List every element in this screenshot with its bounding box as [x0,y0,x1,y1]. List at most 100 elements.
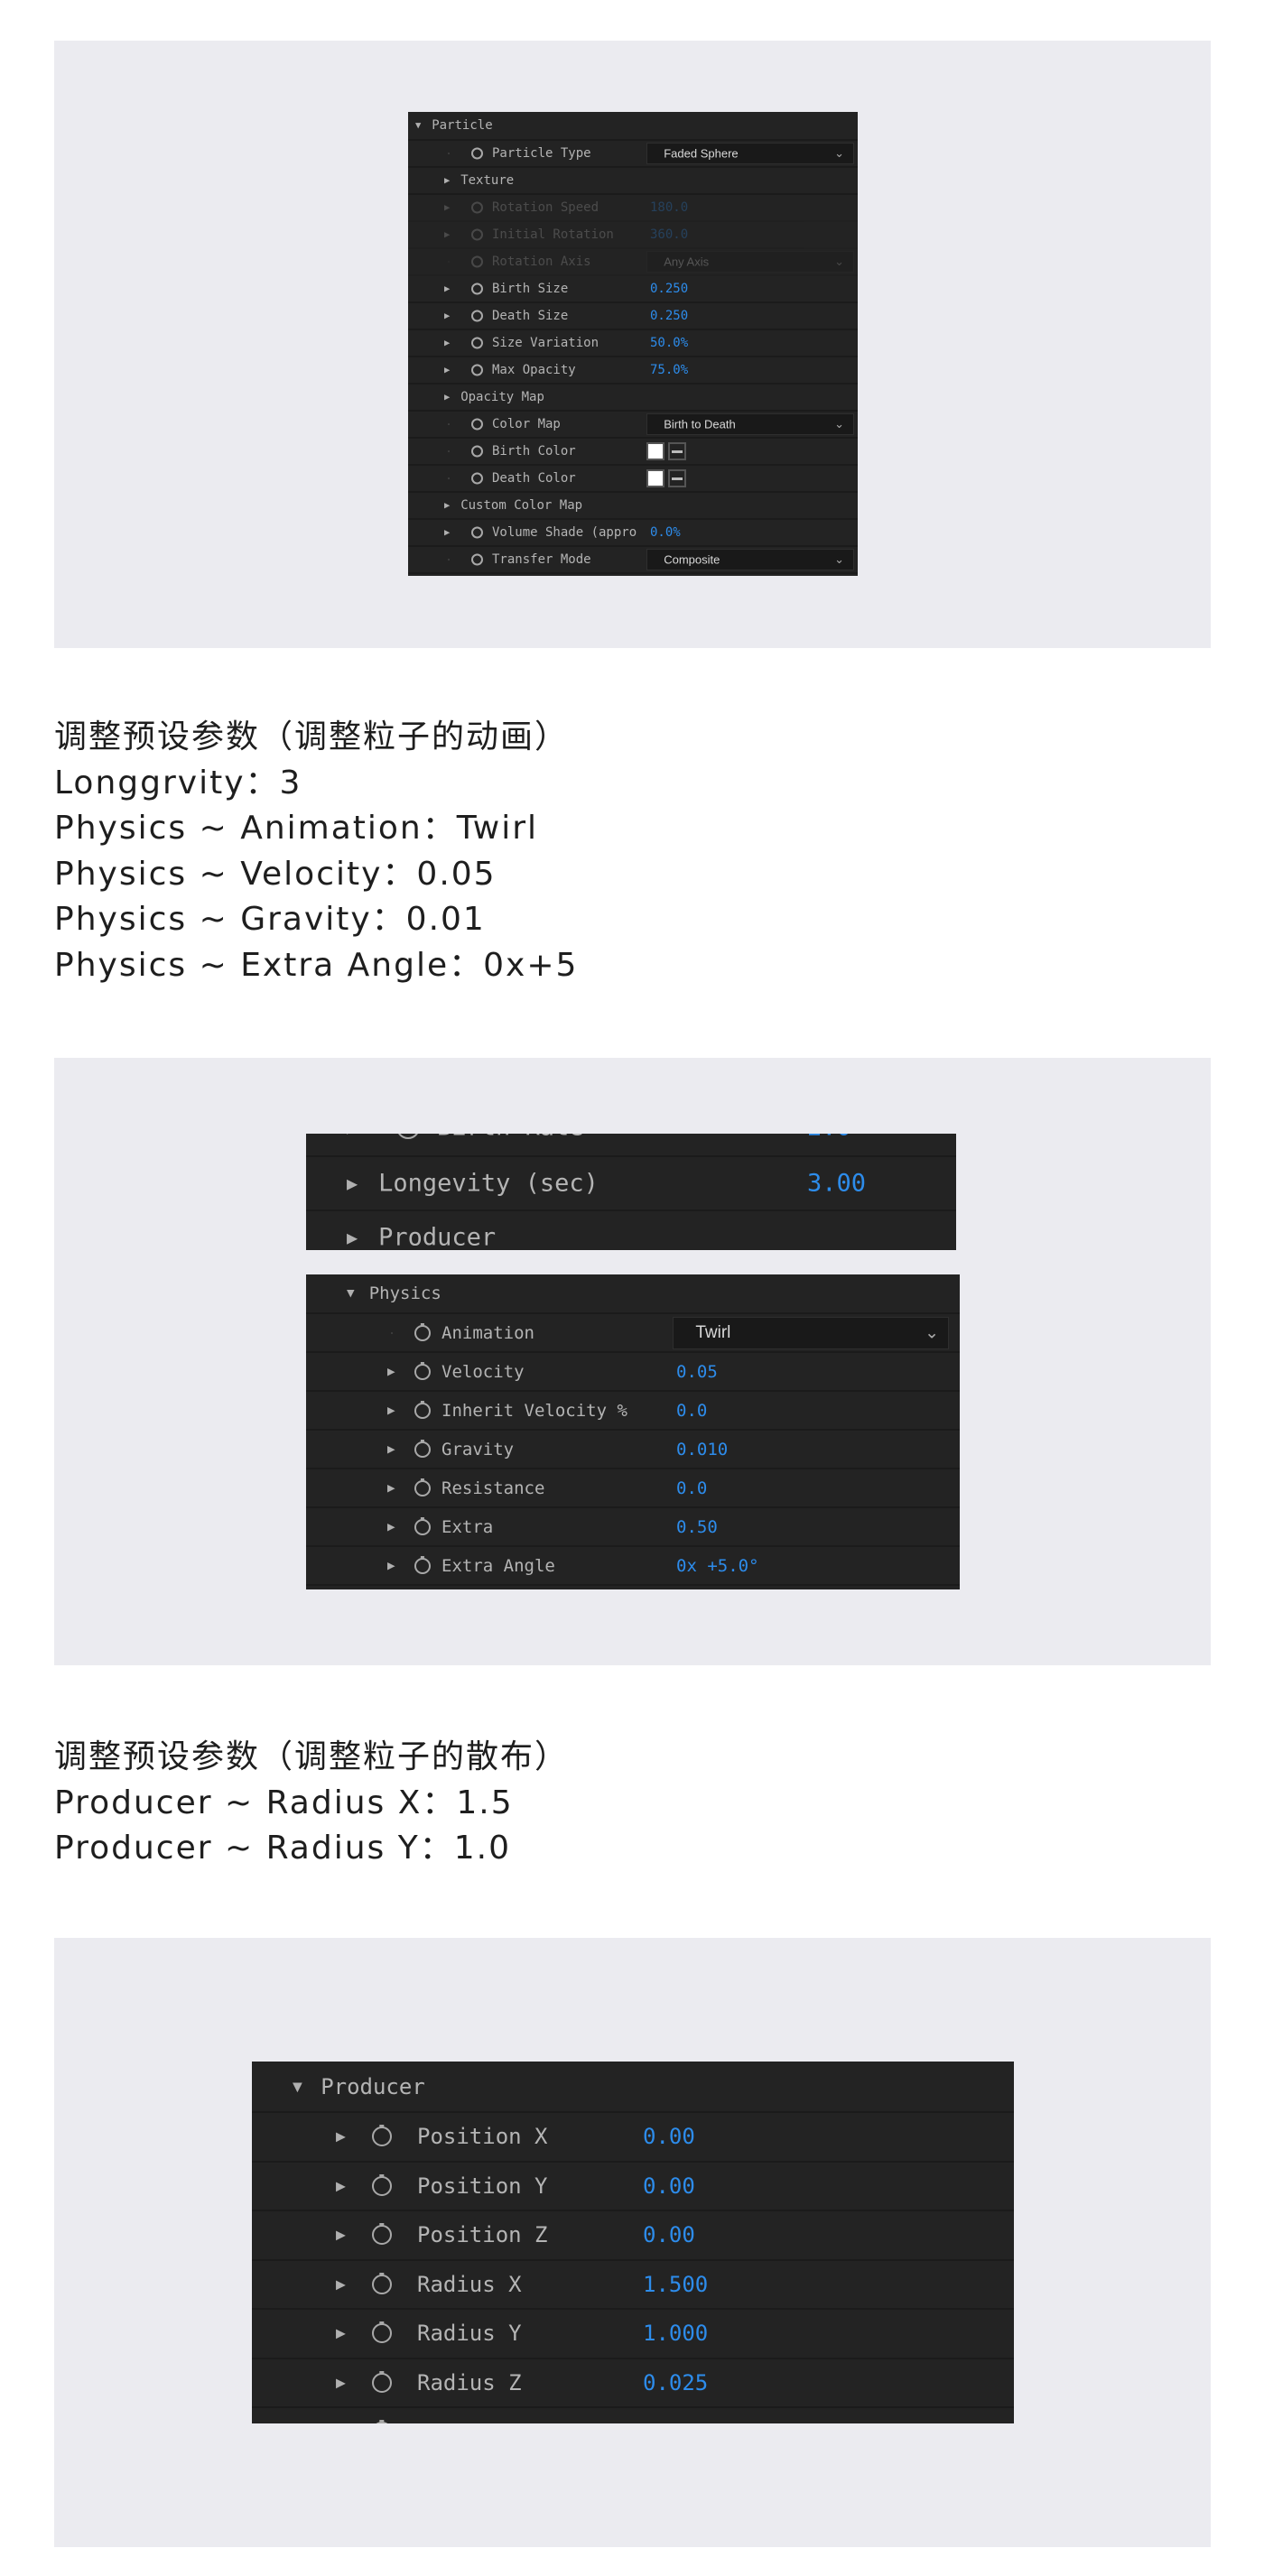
twirl-right-icon[interactable]: ▶ [444,392,450,403]
twirl-right-icon[interactable]: ▶ [336,2176,346,2195]
eyedropper-icon[interactable] [668,469,686,487]
property-row: ▶ Volume Shade (appro 0.0% [408,520,858,547]
property-dropdown[interactable]: Twirl ⌄ [673,1316,949,1349]
property-value[interactable]: 1.500 [643,2272,708,2297]
twirl-right-icon[interactable]: ▶ [444,202,450,213]
stopwatch-icon[interactable] [471,228,483,241]
twirl-right-icon[interactable]: ▶ [336,2275,346,2293]
twirl-right-icon[interactable]: ▶ [347,1227,358,1248]
property-dropdown[interactable]: Any Axis ⌄ [646,251,854,273]
property-value[interactable]: 0.00 [643,2124,695,2149]
property-value[interactable]: 0.0 [676,1401,707,1421]
stopwatch-icon[interactable] [414,1518,431,1535]
twirl-down-icon[interactable]: ▼ [293,2077,302,2096]
twirl-right-icon[interactable]: ▶ [444,283,450,294]
property-row: ▶ Radius Y 1.000 [252,2310,1014,2359]
property-dropdown[interactable]: Birth to Death ⌄ [646,413,854,435]
stopwatch-icon[interactable] [471,526,483,539]
property-value[interactable]: 1.000 [643,2321,708,2346]
eyedropper-icon[interactable] [668,442,686,460]
twirl-right-icon[interactable]: ▶ [387,1520,395,1534]
property-value[interactable]: 3.00 [807,1170,866,1198]
twirl-right-icon[interactable]: ▶ [387,1404,395,1418]
property-value[interactable]: 0.0 [676,1478,707,1498]
property-row: Transfer Mode Composite ⌄ [408,547,858,574]
property-value[interactable]: 0.50 [676,1517,718,1537]
stopwatch-icon[interactable] [471,147,483,160]
twirl-right-icon[interactable]: ▶ [387,1365,395,1379]
property-group-row: ▼ Particle [408,112,858,141]
stopwatch-icon[interactable] [372,2372,392,2393]
property-row: ▶ Birth Size 0.250 [408,276,858,303]
twirl-right-icon[interactable]: ▶ [336,2226,346,2245]
property-group-row: ▶ Longevity (sec) 3.00 [306,1157,956,1211]
twirl-right-icon[interactable]: ▶ [336,2324,346,2343]
stopwatch-icon[interactable] [471,553,483,566]
stopwatch-icon[interactable] [471,337,483,349]
property-label: Color Map [492,417,561,431]
twirl-down-icon[interactable]: ▼ [415,120,421,131]
property-value[interactable]: 0.250 [650,309,688,323]
stopwatch-icon[interactable] [414,1479,431,1496]
note-line: Producer ~ Radius Y：1.0 [54,1830,511,1867]
stopwatch-icon[interactable] [372,2323,392,2344]
twirl-right-icon[interactable]: ▶ [444,527,450,538]
property-label: Size Variation [492,336,599,350]
property-value[interactable]: 2.0 [807,1134,851,1142]
stopwatch-icon[interactable] [414,1441,431,1458]
property-label: Particle Type [492,146,591,161]
stopwatch-icon[interactable] [372,2422,392,2423]
stopwatch-icon[interactable] [471,472,483,485]
property-value[interactable]: 50.0% [650,336,688,350]
property-value[interactable]: 75.0% [650,363,688,377]
property-value[interactable]: 0.0% [650,525,681,540]
twirl-right-icon[interactable]: ▶ [336,2127,346,2146]
property-value[interactable]: 0.010 [676,1440,728,1459]
property-value[interactable]: 0.00 [643,2222,695,2247]
property-value[interactable]: 0.250 [650,282,688,296]
twirl-right-icon[interactable]: ▶ [444,338,450,348]
stopwatch-icon[interactable] [414,1363,431,1380]
property-value[interactable]: 0x +5.0° [676,1556,759,1576]
stopwatch-icon[interactable] [372,2225,392,2246]
stopwatch-icon[interactable] [471,201,483,214]
property-dropdown[interactable]: Composite ⌄ [646,549,854,570]
property-value[interactable]: 0.025 [643,2370,708,2395]
twirl-right-icon[interactable]: ▶ [347,1134,358,1138]
twirl-right-icon[interactable]: ▶ [444,229,450,240]
stopwatch-icon[interactable] [471,445,483,458]
dropdown-value: Faded Sphere [664,146,739,161]
property-value[interactable]: 0.05 [676,1362,718,1382]
twirl-right-icon[interactable]: ▶ [444,310,450,321]
twirl-right-icon[interactable]: ▶ [387,1442,395,1457]
stopwatch-icon[interactable] [414,1402,431,1419]
twirl-right-icon[interactable]: ▶ [444,175,450,186]
stopwatch-icon[interactable] [414,1557,431,1574]
twirl-right-icon[interactable]: ▶ [444,500,450,511]
stopwatch-icon[interactable] [372,2175,392,2196]
twirl-right-icon[interactable]: ▶ [347,1172,358,1194]
twirl-down-icon[interactable]: ▼ [347,1286,355,1301]
stopwatch-icon[interactable] [471,283,483,295]
twirl-right-icon[interactable]: ▶ [444,365,450,375]
property-dropdown[interactable]: Faded Sphere ⌄ [646,143,854,164]
stopwatch-icon[interactable] [372,2274,392,2294]
stopwatch-icon[interactable] [396,1134,420,1139]
property-label: Initial Rotation [492,227,614,242]
twirl-right-icon[interactable]: ▶ [387,1559,395,1573]
stopwatch-icon[interactable] [372,2127,392,2147]
property-row: ▶ Radius X 1.500 [252,2261,1014,2310]
stopwatch-icon[interactable] [471,255,483,268]
property-value[interactable]: 360.0 [650,227,688,242]
twirl-right-icon[interactable]: ▶ [336,2373,346,2392]
stopwatch-icon[interactable] [471,418,483,431]
twirl-right-icon[interactable]: ▶ [387,1481,395,1496]
color-swatch[interactable] [646,469,665,487]
stopwatch-icon[interactable] [471,310,483,322]
property-value[interactable]: 0.00 [643,2173,695,2199]
color-swatch[interactable] [646,442,665,460]
stopwatch-icon[interactable] [414,1324,431,1341]
stopwatch-icon[interactable] [471,364,483,376]
property-value[interactable]: 180.0 [650,200,688,215]
property-label: Transfer Mode [492,552,591,567]
